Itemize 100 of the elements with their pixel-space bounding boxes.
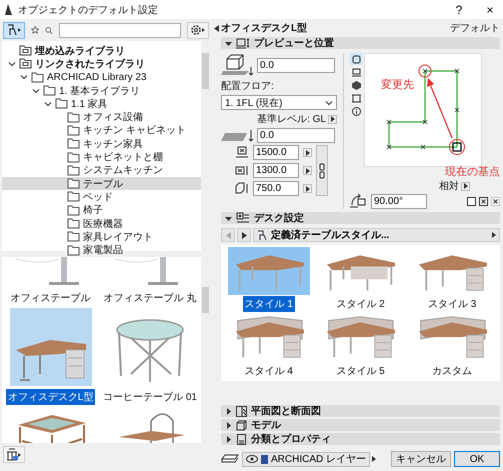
triangle-icon bbox=[226, 232, 230, 238]
info-view-button[interactable] bbox=[350, 105, 362, 117]
arrow-button[interactable] bbox=[303, 166, 312, 175]
arrow-button[interactable] bbox=[303, 184, 312, 193]
folder-item[interactable]: テーブル bbox=[2, 176, 201, 190]
library-item[interactable]: リンクされたライブラリ bbox=[2, 57, 201, 71]
cube-icon bbox=[352, 80, 360, 90]
width-field[interactable]: 1500.0 bbox=[253, 145, 299, 160]
folder-item[interactable]: 1. 基本ライブラリ bbox=[2, 84, 201, 98]
elevation-field[interactable]: 0.0 bbox=[257, 58, 335, 72]
triangle-icon bbox=[464, 183, 468, 189]
section-header[interactable]: 平面図と断面図 bbox=[221, 405, 500, 417]
settings-label: デフォルト bbox=[450, 22, 500, 35]
arrow-button[interactable] bbox=[303, 148, 312, 157]
section-header[interactable]: プレビューと位置 bbox=[221, 37, 500, 49]
folder-item[interactable]: 医療機器 bbox=[2, 216, 201, 230]
annotation-arrow bbox=[427, 78, 453, 138]
monitor-icon bbox=[352, 68, 360, 76]
folder-icon bbox=[67, 231, 80, 242]
object-label: オフィステーブル 丸 bbox=[102, 292, 198, 306]
chevron-icon bbox=[325, 100, 333, 106]
object-name: オフィスデスクL型 bbox=[221, 22, 308, 35]
next-button[interactable] bbox=[237, 228, 251, 242]
solid-view-button[interactable] bbox=[350, 79, 362, 91]
help-button[interactable]: ? bbox=[446, 2, 472, 16]
depth-field[interactable]: 1300.0 bbox=[253, 163, 299, 178]
folder-item[interactable]: システムキッチン bbox=[2, 164, 201, 177]
rotation-icon bbox=[350, 193, 368, 209]
side-view-button[interactable] bbox=[350, 66, 362, 78]
search-field[interactable] bbox=[59, 22, 181, 38]
folder-item[interactable]: キッチン キャビネット bbox=[2, 124, 201, 138]
floor-dropdown[interactable]: 1. 1FL (現在) bbox=[221, 95, 337, 110]
collapse-arrow-icon[interactable] bbox=[214, 25, 219, 32]
preview-position-icon bbox=[236, 38, 250, 48]
section-header[interactable]: デスク設定 bbox=[221, 212, 500, 224]
section-header[interactable]: モデル bbox=[221, 419, 500, 431]
anchor-icon[interactable] bbox=[491, 196, 500, 206]
object-label: コーヒーテーブル 01 bbox=[102, 390, 198, 405]
object-thumbnail[interactable] bbox=[10, 308, 92, 386]
folder-item[interactable]: 椅子 bbox=[2, 204, 201, 217]
style-dropdown[interactable]: 定義済テーブルスタイル... bbox=[253, 228, 500, 242]
triangle-icon bbox=[242, 232, 246, 238]
anchor-icon[interactable] bbox=[479, 196, 488, 206]
folder-item[interactable]: 家電製品 bbox=[2, 243, 201, 257]
folder-icon bbox=[67, 178, 80, 190]
square-icon bbox=[352, 54, 360, 64]
plan-view-button[interactable] bbox=[350, 53, 362, 65]
height-field[interactable]: 750.0 bbox=[253, 181, 299, 196]
folder-icon bbox=[67, 152, 80, 163]
offset-field[interactable]: 0.0 bbox=[257, 128, 335, 143]
style-label: スタイル 1 bbox=[242, 296, 295, 312]
library-icon bbox=[6, 24, 22, 36]
library-menu-button[interactable] bbox=[3, 22, 25, 38]
triangle-icon bbox=[372, 456, 376, 462]
folder-item[interactable]: ベッド bbox=[2, 190, 201, 204]
folder-item[interactable]: キッチン家具 bbox=[2, 137, 201, 150]
chain-link-button[interactable] bbox=[316, 145, 328, 196]
folder-icon bbox=[67, 112, 80, 123]
arrow-button[interactable] bbox=[461, 182, 470, 190]
floor-plan-icon bbox=[236, 406, 247, 416]
layer-icon bbox=[221, 453, 239, 465]
ok-button[interactable]: OK bbox=[454, 451, 500, 467]
section-header[interactable]: 分類とプロパティ bbox=[221, 433, 500, 445]
folder-item[interactable]: 1.1 家具 bbox=[2, 97, 201, 110]
folder-icon bbox=[67, 218, 80, 229]
triangle-icon bbox=[306, 150, 310, 156]
library-folder-icon bbox=[19, 45, 32, 56]
cube-icon bbox=[236, 420, 247, 430]
section-view-button[interactable] bbox=[350, 92, 362, 104]
annotation-circle bbox=[449, 139, 465, 155]
triangle-icon bbox=[225, 214, 232, 222]
chain-link-icon bbox=[319, 162, 325, 178]
library-icon bbox=[257, 230, 268, 240]
box-elevation-icon bbox=[221, 53, 255, 77]
folder-item[interactable]: 家具レイアウト bbox=[2, 230, 201, 244]
settings-button[interactable] bbox=[187, 22, 209, 38]
triangle-icon bbox=[306, 186, 310, 192]
mirror-checkbox-icon[interactable] bbox=[467, 196, 476, 206]
level-offset-icon bbox=[221, 128, 255, 142]
folder-item[interactable]: ARCHICAD Library 23 bbox=[2, 70, 201, 84]
settings-icon bbox=[190, 24, 206, 36]
library-manager-button[interactable] bbox=[3, 446, 25, 462]
floor-label: 配置フロア: bbox=[221, 80, 275, 93]
triangle-icon bbox=[306, 168, 310, 174]
reference-level-label: 基準レベル: GL bbox=[257, 112, 326, 126]
close-button[interactable]: × bbox=[477, 2, 503, 16]
library-item[interactable]: 埋め込みライブラリ bbox=[2, 44, 201, 58]
cancel-button[interactable]: キャンセル bbox=[391, 451, 451, 467]
triangle-icon bbox=[492, 232, 496, 238]
angle-field[interactable]: 90.00° bbox=[371, 194, 427, 208]
section-icon bbox=[352, 94, 360, 102]
folder-icon bbox=[31, 72, 44, 83]
arrow-button[interactable] bbox=[328, 114, 337, 124]
window-title: オブジェクトのデフォルト設定 bbox=[18, 4, 158, 16]
annotation-circle bbox=[418, 64, 432, 78]
eye-icon bbox=[246, 455, 258, 463]
annotation-text: 現在の基点 bbox=[445, 164, 500, 179]
app-logo-icon bbox=[4, 4, 13, 15]
folder-item[interactable]: キャビネットと棚 bbox=[2, 150, 201, 164]
folder-item[interactable]: オフィス設備 bbox=[2, 110, 201, 124]
